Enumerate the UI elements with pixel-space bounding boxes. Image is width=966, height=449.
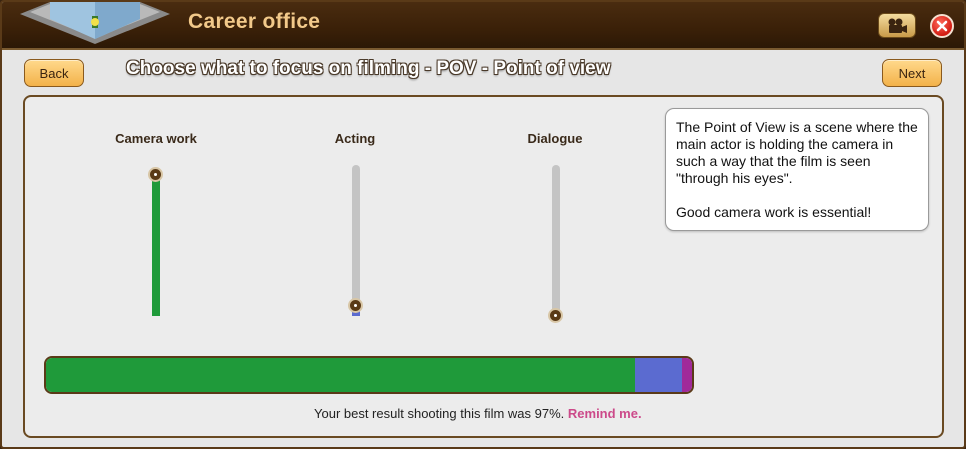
slider-label-acting: Acting [334, 131, 376, 146]
film-camera-button[interactable] [878, 13, 916, 38]
slider-handle-dialogue[interactable] [548, 308, 563, 323]
slider-label-camera-work: Camera work [115, 131, 197, 146]
career-office-building-icon [20, 2, 170, 44]
best-result-label: Your best result shooting this film was … [314, 406, 565, 421]
distribution-segment [681, 358, 692, 392]
distribution-segment [635, 358, 682, 392]
page-heading: Choose what to focus on filming - POV - … [126, 58, 611, 79]
remind-me-link[interactable]: Remind me. [568, 406, 642, 421]
info-paragraph-description: The Point of View is a scene where the m… [676, 119, 918, 186]
close-icon [936, 20, 948, 32]
best-result-text: Your best result shooting this film was … [314, 406, 642, 421]
career-office-window: Career office Back Choose what to focus … [0, 0, 966, 449]
film-camera-icon [888, 18, 907, 33]
title-bar: Career office [2, 2, 964, 50]
slider-handle-camera-work[interactable] [148, 167, 163, 182]
slider-label-dialogue: Dialogue [527, 131, 583, 146]
window-title: Career office [188, 10, 321, 33]
close-button[interactable] [930, 14, 954, 38]
focus-distribution-bar [44, 356, 694, 394]
next-button[interactable]: Next [882, 59, 942, 87]
distribution-segment [46, 358, 636, 392]
pov-info-box: The Point of View is a scene where the m… [665, 108, 929, 231]
slider-track-dialogue[interactable] [552, 165, 560, 316]
info-paragraph-tip: Good camera work is essential! [676, 204, 872, 220]
slider-track-acting[interactable] [352, 165, 360, 316]
slider-fill-camera-work [152, 174, 160, 316]
back-button[interactable]: Back [24, 59, 84, 87]
